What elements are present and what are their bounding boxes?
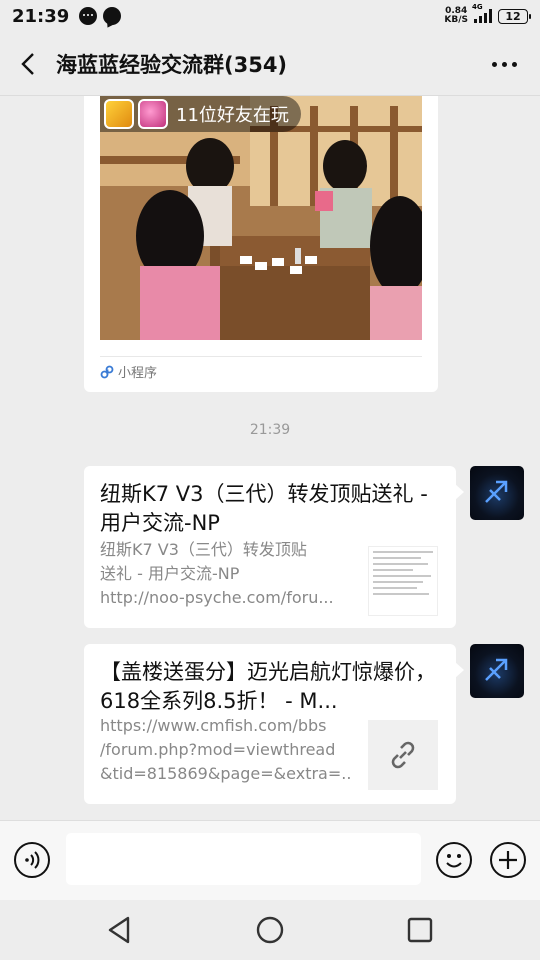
more-dots-icon — [491, 61, 497, 67]
mini-program-card[interactable]: 11位好友在玩 小程序 — [84, 96, 438, 392]
chat-header: 海蓝蓝经验交流群(354) — [0, 32, 540, 96]
divider — [100, 356, 422, 357]
message-input[interactable] — [66, 833, 421, 885]
link-icon — [391, 741, 415, 769]
voice-button[interactable] — [14, 842, 50, 878]
chat-area[interactable]: 11位好友在玩 小程序 21:39 纽斯K7 V3（三代）转发顶贴送礼 - 用户… — [0, 96, 540, 820]
link-description: 纽斯K7 V3（三代）转发顶贴 送礼 - 用户交流-NP http://noo-… — [100, 540, 334, 607]
more-button[interactable] — [486, 52, 522, 76]
link-thumbnail — [368, 546, 438, 616]
battery-icon: 12 — [498, 8, 531, 24]
sender-avatar[interactable] — [470, 466, 524, 520]
chat-title: 海蓝蓝经验交流群(354) — [56, 52, 288, 77]
mini-program-tag: 小程序 — [100, 362, 157, 381]
nav-back-icon[interactable] — [104, 914, 136, 946]
status-time: 21:39 — [12, 5, 70, 27]
back-button[interactable] — [0, 32, 56, 96]
nav-home-icon[interactable] — [254, 914, 286, 946]
link-message-card[interactable]: 【盖楼送蛋分】迈光启航灯惊爆价，618全系列8.5折！ - M... https… — [84, 644, 464, 804]
friend-avatar — [104, 99, 134, 129]
mini-program-icon — [100, 365, 114, 378]
friends-playing-badge: 11位好友在玩 — [100, 96, 301, 132]
back-arrow-icon — [21, 52, 34, 75]
link-title: 纽斯K7 V3（三代）转发顶贴送礼 - 用户交流-NP — [100, 482, 428, 535]
notification-chat-icon — [79, 7, 98, 25]
emoji-icon — [446, 854, 462, 868]
add-attachment-button[interactable] — [490, 842, 526, 878]
emoji-button[interactable] — [436, 842, 472, 878]
message-input-bar — [0, 820, 540, 900]
sender-avatar[interactable] — [470, 644, 524, 698]
link-message-card[interactable]: 纽斯K7 V3（三代）转发顶贴送礼 - 用户交流-NP 纽斯K7 V3（三代）转… — [84, 466, 464, 628]
plus-icon — [499, 851, 517, 869]
notification-message-icon — [103, 7, 122, 25]
status-bar: 21:39 0.84 KB/S 4G 12 — [0, 0, 540, 32]
friends-playing-text: 11位好友在玩 — [176, 105, 289, 126]
nav-recents-icon[interactable] — [404, 914, 436, 946]
time-divider: 21:39 — [249, 422, 291, 438]
mini-program-image[interactable] — [100, 96, 422, 340]
signal-icon: 4G — [472, 3, 492, 23]
sagittarius-icon — [485, 480, 508, 503]
voice-icon — [25, 851, 40, 869]
link-thumbnail — [368, 720, 438, 790]
link-title: 【盖楼送蛋分】迈光启航灯惊爆价，618全系列8.5折！ - M... — [100, 660, 436, 713]
system-nav-bar — [0, 900, 540, 960]
link-description: https://www.cmfish.com/bbs /forum.php?mo… — [100, 716, 350, 783]
friend-avatar — [138, 99, 168, 129]
sagittarius-icon — [485, 658, 508, 681]
network-speed: 0.84 KB/S — [444, 6, 468, 25]
mini-program-label: 小程序 — [118, 366, 158, 381]
